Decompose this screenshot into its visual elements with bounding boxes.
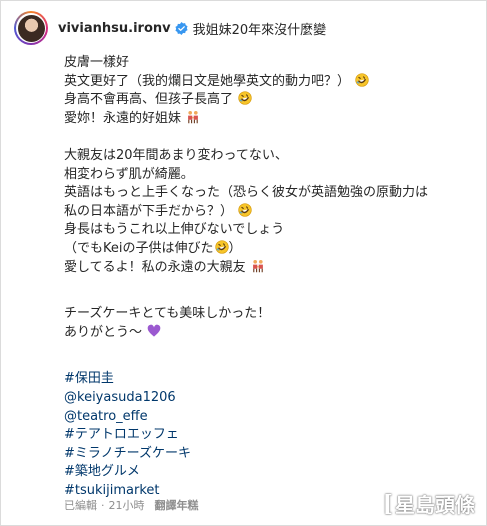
rolling-laughing-emoji-icon [214, 240, 229, 254]
hashtag-link[interactable]: #テアトロエッフェ [64, 426, 474, 445]
edited-label: 已編輯 [64, 499, 97, 512]
caption-line: ありがとう～ [64, 324, 474, 343]
caption-line: 英語はもっと上手くなった（恐らく彼女が英語勉強の原動力は [64, 185, 429, 201]
watermark-text: 星島頭條 [395, 493, 475, 517]
women-holding-hands-emoji-icon [188, 110, 199, 124]
caption-line: 英文更好了（我的爛日文是她學英文的動力吧？） [64, 72, 474, 92]
post-time[interactable]: 21小時 [109, 499, 145, 512]
avatar[interactable] [14, 11, 48, 45]
post-header: vivianhsu.ironv 我姐妹20年來沒什麼變 [14, 10, 326, 46]
women-holding-hands-emoji-icon [252, 259, 263, 272]
caption-line: （でもKeiの子供は伸びた） [64, 240, 242, 256]
watermark-logo: [星島頭條 [382, 490, 475, 518]
rolling-laughing-emoji-icon [238, 91, 252, 105]
username-link[interactable]: vivianhsu.ironv [58, 21, 171, 36]
purple-heart-emoji-icon [147, 324, 161, 337]
rolling-laughing-emoji-icon [355, 72, 369, 87]
rolling-laughing-emoji-icon [238, 203, 252, 217]
verified-badge-icon [175, 21, 188, 35]
avatar-photo [17, 14, 45, 42]
caption-line: チーズケーキとても美味しかった！ [64, 306, 271, 322]
caption-line: 愛妳！永遠的好姐妹 [64, 110, 474, 129]
caption-line: 大親友は20年間あまり変わってない、 [64, 147, 288, 163]
header-caption: 我姐妹20年來沒什麼變 [192, 22, 327, 38]
mention-link[interactable]: @teatro_effe [64, 408, 474, 427]
caption-line: 私の日本語が下手だから？） [64, 203, 474, 222]
caption-line: 身長はもうこれ以上伸びないでしょう [64, 222, 285, 238]
caption-line: 皮膚一樣好 [64, 55, 130, 70]
post-caption: 皮膚一樣好 英文更好了（我的爛日文是她學英文的動力吧？） 身高不會再高、但孩子長… [64, 54, 474, 500]
meta-separator: · [101, 499, 105, 512]
caption-line: 愛してるよ！私の永遠の大親友 [64, 259, 474, 278]
caption-line: 相変わらず肌が綺麗。 [64, 166, 194, 182]
post-meta: 已編輯 · 21小時 翻譯年糕 [64, 497, 203, 513]
hashtag-link[interactable]: #ミラノチーズケーキ [64, 445, 474, 464]
mention-link[interactable]: @keiyasuda1206 [64, 389, 474, 408]
translate-button[interactable]: 翻譯年糕 [155, 499, 199, 512]
caption-line: 身高不會再高、但孩子長高了 [64, 91, 474, 110]
hashtag-link[interactable]: #保田圭 [64, 370, 474, 389]
hashtag-link[interactable]: #築地グルメ [64, 463, 474, 482]
